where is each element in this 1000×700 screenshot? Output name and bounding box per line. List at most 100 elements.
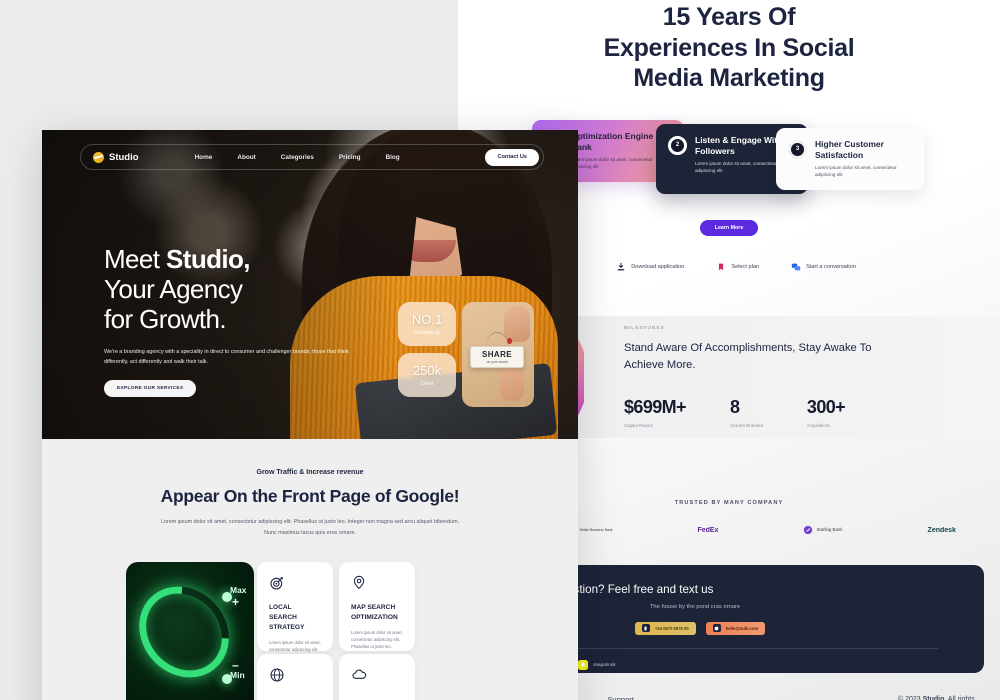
explore-services-button[interactable]: EXPLORE OUR SERVICES (104, 380, 197, 398)
milestones-kicker: MILESTONES (624, 324, 665, 330)
milestones-title: Stand Aware Of Accomplishments, Stay Awa… (624, 341, 872, 371)
logo-label: FedEx (697, 526, 719, 534)
stat-value: 250k (412, 363, 442, 378)
target-icon (270, 577, 283, 590)
stat-unicorn-branded: 8 Unicorn Branded (730, 397, 763, 428)
banner-divider (516, 647, 938, 649)
hero-title-line2: Your Agency (104, 274, 243, 305)
nav-item-blog[interactable]: Blog (386, 154, 400, 161)
link-download-application[interactable]: Download application (616, 262, 684, 272)
feature-card-satisfaction[interactable]: 3 Higher Customer Satisfaction Lorem ips… (776, 127, 924, 190)
hero-title-line1b: Studio, (166, 244, 251, 274)
right-panel-heading: 15 Years Of Experiences In Social Media … (458, 2, 1000, 94)
logo-label: Starling Bank (816, 527, 843, 533)
link-select-plan[interactable]: Select plan (716, 262, 759, 272)
feature-card-map-search[interactable]: MAP SEARCH OPTIMIZATION Lorem ipsum dolo… (339, 562, 415, 652)
stat-card-rank: NO.1 Growing up (398, 302, 456, 346)
stat-value: 300+ (806, 397, 846, 418)
share-photo-card: SHARE on your social (462, 302, 534, 407)
section-lead: Lorem ipsum dolor sit amet, consectetur … (160, 519, 460, 536)
hero-copy: Meet Studio, Your Agency for Growth. We'… (104, 244, 404, 398)
card-title: Higher Customer Satisfaction (815, 138, 884, 160)
feature-title: LOCAL SEARCH STRATEGY (269, 604, 305, 631)
heading-line-1: 15 Years Of (662, 3, 796, 31)
left-landing-page-panel: Studio Home About Categories Pricing Blo… (42, 130, 578, 700)
stat-label: Acquisitions (806, 423, 831, 429)
heading-line-3: Media Marketing (633, 64, 825, 92)
logo-label: British Business Bank (579, 527, 613, 532)
hero-title-line1a: Meet (104, 244, 167, 274)
heading-line-2: Experiences In Social (603, 33, 855, 62)
dial-graphic-card: Max + – Min (126, 562, 254, 700)
copyright: © 2023 Studio. All rights reserved. (898, 695, 984, 700)
feature-card-local-search[interactable]: LOCAL SEARCH STRATEGY Lorem ipsum dolor … (257, 562, 333, 659)
stat-value: $699M+ (624, 397, 687, 418)
snapchat-icon (578, 659, 589, 670)
nav-item-home[interactable]: Home (195, 154, 213, 161)
dial-min-label: Min (230, 670, 245, 681)
email-button[interactable]: hello@nubi.com (705, 621, 766, 635)
feature-title: MAP SEARCH OPTIMIZATION (351, 604, 398, 621)
share-subtitle: on your social (486, 360, 508, 364)
footer-link-support[interactable]: Support (607, 695, 634, 700)
feature-body: Lorem ipsum dolor sit amet, consectetur … (351, 629, 403, 649)
feature-card-fourth[interactable] (339, 654, 415, 700)
hero-section: Studio Home About Categories Pricing Blo… (42, 130, 578, 439)
email-address: hello@nubi.com (725, 625, 759, 631)
stat-value: 8 (729, 397, 740, 418)
globe-icon (270, 668, 284, 682)
feature-card-third[interactable] (257, 654, 333, 700)
chat-icon (791, 263, 801, 270)
seo-section: Grow Traffic & Increase revenue Appear O… (42, 439, 578, 700)
logo-starling-bank: Starling Bank (803, 525, 843, 535)
nav-links: Home About Categories Pricing Blog (195, 154, 400, 161)
download-icon (617, 262, 625, 270)
link-start-conversation[interactable]: Start a conversation (791, 262, 856, 272)
hand-top (504, 306, 530, 344)
milestones-stats: $699M+ Capital Raised 8 Unicorn Branded … (624, 397, 874, 428)
logo-fedex: FedEx (697, 527, 718, 534)
brand-logo[interactable]: Studio (93, 151, 139, 163)
nav-item-pricing[interactable]: Pricing (339, 154, 361, 161)
nav-item-categories[interactable]: Categories (281, 154, 314, 161)
phone-icon (641, 624, 650, 632)
section-heading: Appear On the Front Page of Google! (160, 486, 460, 506)
social-links: chatahook snapahook (516, 659, 958, 670)
stat-card-clients: 250k Client (398, 353, 456, 397)
logo-label: Zendesk (927, 526, 956, 534)
link-label: Download application (631, 263, 685, 270)
cloud-icon (352, 669, 367, 679)
card-number-badge: 2 (668, 135, 687, 155)
stat-label: Capital Raised (624, 423, 653, 429)
dial-max-label: Max (230, 585, 247, 596)
map-pin-icon (353, 575, 365, 590)
phone-button[interactable]: +44 0870 5876 00 (634, 621, 696, 635)
feature-cards-grid: LOCAL SEARCH STRATEGY Lorem ipsum dolor … (254, 562, 418, 700)
studio-logo-icon (93, 151, 104, 163)
link-label: Start a conversation (806, 263, 856, 270)
nav-item-about[interactable]: About (237, 154, 255, 161)
logo-zendesk: Zendesk (928, 527, 956, 534)
stat-label: Growing up (414, 330, 440, 336)
card-number-badge: 3 (788, 139, 807, 159)
hero-paragraph: We're a branding agency with a specialit… (104, 349, 349, 366)
stat-label: Unicorn Branded (729, 423, 763, 429)
social-snapahook[interactable]: snapahook (578, 659, 616, 670)
hero-title-line3: for Growth. (104, 304, 227, 335)
social-label: snapahook (593, 662, 616, 667)
contact-us-button[interactable]: Contact Us (485, 148, 539, 166)
dial-plus-symbol: + (232, 595, 240, 610)
mail-icon (712, 624, 721, 632)
share-sign: SHARE on your social (470, 346, 524, 368)
navigation-bar: Studio Home About Categories Pricing Blo… (80, 144, 544, 170)
starling-bank-icon (804, 525, 813, 535)
section-kicker: Grow Traffic & Increase revenue (256, 469, 364, 476)
stat-acquisitions: 300+ Acquisitions (806, 397, 846, 429)
learn-more-button[interactable]: Learn More (700, 219, 758, 236)
seo-cards-row: Max + – Min LOCAL SEARCH STRATEGY Lorem … (126, 562, 578, 700)
brand-name: Studio (109, 151, 139, 163)
phone-number: +44 0870 5876 00 (654, 625, 689, 631)
stat-capital-raised: $699M+ Capital Raised (624, 397, 687, 429)
design-mockup-canvas: 15 Years Of Experiences In Social Media … (0, 0, 1000, 700)
stat-label: Client (420, 381, 434, 387)
